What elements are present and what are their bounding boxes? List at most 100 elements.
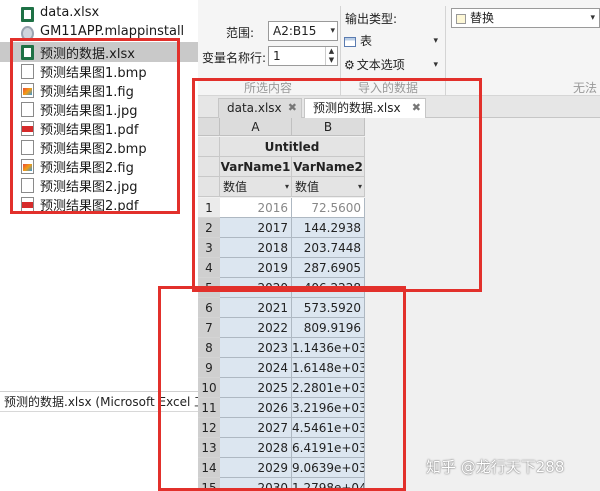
cell-year[interactable]: 2021 (220, 298, 292, 318)
cell-year[interactable]: 2028 (220, 438, 292, 458)
cell-year[interactable]: 2022 (220, 318, 292, 338)
output-type-value: 表 (360, 34, 373, 48)
varnames-label: 变量名称行: (202, 51, 267, 65)
cell-year[interactable]: 2018 (220, 238, 292, 258)
image-file-icon (21, 140, 34, 155)
file-list-item[interactable]: GM11APP.mlappinstall (0, 23, 198, 43)
file-list-item[interactable]: 预测结果图1.jpg (0, 99, 198, 119)
replace-value: 替换 (470, 11, 495, 25)
cell-year[interactable]: 2029 (220, 458, 292, 478)
cell-year[interactable]: 2025 (220, 378, 292, 398)
cell-year[interactable]: 2024 (220, 358, 292, 378)
range-value: A2:B15 (273, 24, 317, 38)
replace-dropdown[interactable]: 替换 ▾ (451, 8, 600, 28)
row-number[interactable]: 14 (198, 458, 220, 478)
file-name: GM11APP.mlappinstall (40, 24, 185, 39)
file-list-item[interactable]: 预测结果图1.bmp (0, 61, 198, 81)
table-icon (344, 36, 356, 47)
cell-value[interactable]: 4.5461e+03 (292, 418, 365, 438)
file-name: data.xlsx (40, 5, 100, 20)
range-input[interactable]: A2:B15 ▾ (268, 21, 338, 41)
ribbon-divider (445, 6, 446, 96)
file-list-item[interactable]: 预测结果图2.pdf (0, 194, 198, 214)
table-name[interactable]: Untitled (220, 137, 365, 157)
output-type-dropdown[interactable]: 表 ▾ (340, 31, 442, 51)
tab-label: data.xlsx (227, 101, 282, 115)
row-number[interactable]: 9 (198, 358, 220, 378)
row-number[interactable]: 12 (198, 418, 220, 438)
cell-year[interactable]: 2023 (220, 338, 292, 358)
row-number[interactable]: 4 (198, 258, 220, 278)
column-header-a[interactable]: A (220, 118, 292, 136)
row-number[interactable]: 2 (198, 218, 220, 238)
row-number[interactable]: 11 (198, 398, 220, 418)
group-label-unimportable: 无法 (573, 81, 598, 95)
row-number[interactable]: 3 (198, 238, 220, 258)
varnames-row-input[interactable]: 1 ▲ ▼ (268, 46, 338, 66)
var-name-2[interactable]: VarName2 (292, 157, 365, 177)
cell-value[interactable]: 1.1436e+03 (292, 338, 365, 358)
row-number[interactable]: 5 (198, 278, 220, 298)
row-number[interactable]: 6 (198, 298, 220, 318)
cell-year[interactable]: 2020 (220, 278, 292, 298)
cell-value[interactable]: 72.5600 (292, 198, 365, 218)
cell-value[interactable]: 287.6905 (292, 258, 365, 278)
cell-value[interactable]: 573.5920 (292, 298, 365, 318)
cell-value[interactable]: 1.2798e+04 (292, 478, 365, 491)
close-icon[interactable]: ✖ (412, 99, 421, 117)
row-number[interactable]: 8 (198, 338, 220, 358)
spinner-icon[interactable]: ▲ ▼ (325, 47, 337, 65)
spreadsheet-view[interactable]: A B Untitled VarName1 VarName2 数值 ▾ 数值 ▾ 1 2016 72.… (198, 118, 600, 491)
row-number[interactable]: 10 (198, 378, 220, 398)
var-type-dropdown[interactable]: 数值 ▾ (220, 177, 292, 197)
row-number[interactable]: 1 (198, 198, 220, 218)
cell-value[interactable]: 9.0639e+03 (292, 458, 365, 478)
tab-data-xlsx[interactable]: data.xlsx ✖ (218, 98, 302, 118)
cell-year[interactable]: 2017 (220, 218, 292, 238)
file-list-item[interactable]: 预测的数据.xlsx (0, 42, 198, 62)
cell-value[interactable]: 6.4191e+03 (292, 438, 365, 458)
cell-year[interactable]: 2019 (220, 258, 292, 278)
cell-value[interactable]: 144.2938 (292, 218, 365, 238)
file-list-item[interactable]: 预测结果图2.jpg (0, 175, 198, 195)
row-number[interactable]: 15 (198, 478, 220, 491)
cell-year[interactable]: 2016 (220, 198, 292, 218)
file-list-item[interactable]: 预测结果图2.bmp (0, 137, 198, 157)
cell-year[interactable]: 2030 (220, 478, 292, 491)
file-list-item[interactable]: 预测结果图2.fig (0, 156, 198, 176)
text-options-dropdown[interactable]: ⚙ 文本选项 ▾ (340, 55, 442, 75)
image-file-icon (21, 178, 34, 193)
close-icon[interactable]: ✖ (288, 99, 297, 117)
group-label-selection: 所选内容 (244, 81, 293, 95)
row-number[interactable]: 13 (198, 438, 220, 458)
file-list-item[interactable]: data.xlsx (0, 4, 198, 24)
cell-year[interactable]: 2027 (220, 418, 292, 438)
cell-value[interactable]: 1.6148e+03 (292, 358, 365, 378)
chevron-down-icon: ▾ (433, 36, 438, 46)
file-name: 预测的数据.xlsx (40, 47, 135, 62)
var-type-dropdown[interactable]: 数值 ▾ (292, 177, 365, 197)
row-number[interactable]: 7 (198, 318, 220, 338)
chevron-down-icon: ▾ (590, 13, 595, 23)
pdf-file-icon (21, 197, 34, 212)
range-dropdown-icon[interactable]: ▾ (330, 22, 335, 40)
tab-predicted-data-xlsx[interactable]: 预测的数据.xlsx ✖ (304, 98, 426, 118)
range-label: 范围: (226, 26, 255, 40)
column-header-b[interactable]: B (292, 118, 365, 136)
file-name: 预测结果图1.pdf (40, 123, 139, 138)
cell-value[interactable]: 203.7448 (292, 238, 365, 258)
excel-file-icon (21, 7, 34, 22)
cell-value[interactable]: 809.9196 (292, 318, 365, 338)
tab-label: 预测的数据.xlsx (313, 101, 401, 115)
file-name: 预测结果图2.jpg (40, 180, 138, 195)
file-list-item[interactable]: 预测结果图1.fig (0, 80, 198, 100)
cell-value[interactable]: 2.2801e+03 (292, 378, 365, 398)
var-type-value: 数值 (295, 180, 320, 194)
var-name-1[interactable]: VarName1 (220, 157, 292, 177)
cell-value[interactable]: 406.2228 (292, 278, 365, 298)
cell-year[interactable]: 2026 (220, 398, 292, 418)
var-type-value: 数值 (223, 180, 248, 194)
file-list-item[interactable]: 预测结果图1.pdf (0, 118, 198, 138)
app-install-icon (21, 26, 34, 41)
cell-value[interactable]: 3.2196e+03 (292, 398, 365, 418)
